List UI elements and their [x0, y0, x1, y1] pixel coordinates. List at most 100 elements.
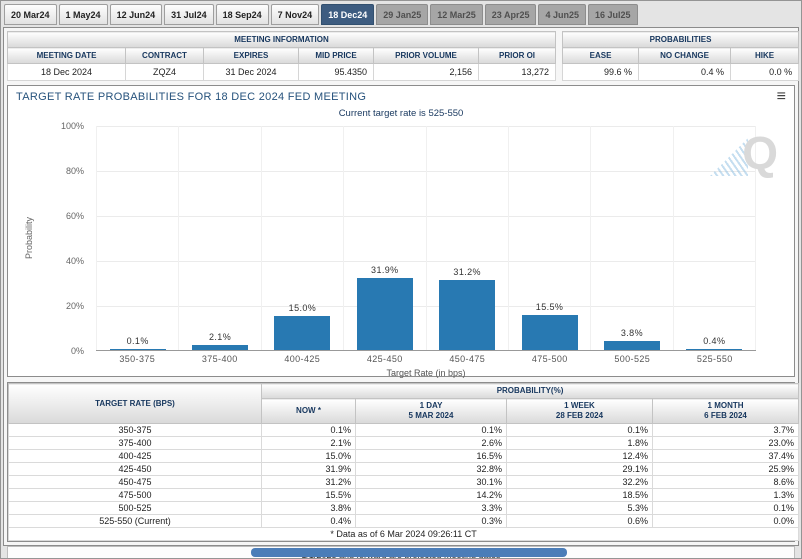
- meeting-date-tabs: 20 Mar241 May2412 Jun2431 Jul2418 Sep247…: [4, 4, 638, 25]
- bar-column-425-450: 31.9%: [343, 126, 425, 350]
- bar-column-375-400: 2.1%: [178, 126, 260, 350]
- prob-cell: 5.3%: [507, 502, 653, 515]
- meeting-tab-12-jun24[interactable]: 12 Jun24: [110, 4, 163, 25]
- y-tick-label: 0%: [71, 346, 84, 356]
- prob-cell: 0.0%: [653, 515, 799, 528]
- meeting-tab-31-jul24[interactable]: 31 Jul24: [164, 4, 214, 25]
- probability-bar-350-375: [110, 349, 166, 350]
- target-rate-bps-header: TARGET RATE (BPS): [9, 384, 262, 424]
- prob-cell: 25.9%: [653, 463, 799, 476]
- prob-now-cell: 2.1%: [262, 437, 356, 450]
- prob-now-cell: 15.0%: [262, 450, 356, 463]
- mi-col-expires: EXPIRES: [204, 48, 299, 64]
- x-tick-label: 450-475: [426, 354, 509, 364]
- meeting-tab-29-jan25[interactable]: 29 Jan25: [376, 4, 428, 25]
- chart-panel: TARGET RATE PROBABILITIES FOR 18 DEC 202…: [7, 85, 795, 377]
- prob-cell: 23.0%: [653, 437, 799, 450]
- mi-val-meeting-date: 18 Dec 2024: [8, 64, 126, 81]
- target-range-cell: 375-400: [9, 437, 262, 450]
- bar-column-400-425: 15.0%: [261, 126, 343, 350]
- data-asof-footnote: * Data as of 6 Mar 2024 09:26:11 CT: [9, 528, 799, 541]
- mi-col-contract: CONTRACT: [126, 48, 204, 64]
- current-target-rate-label: Current target rate is 525-550: [8, 108, 794, 119]
- meeting-tab-16-jul25[interactable]: 16 Jul25: [588, 4, 638, 25]
- prob-col-no-change: NO CHANGE: [639, 48, 731, 64]
- bar-column-350-375: 0.1%: [96, 126, 178, 350]
- mi-col-prior-volume: PRIOR VOLUME: [374, 48, 479, 64]
- prob-cell: 0.1%: [356, 424, 507, 437]
- meeting-tab-7-nov24[interactable]: 7 Nov24: [271, 4, 320, 25]
- meeting-tab-18-sep24[interactable]: 18 Sep24: [216, 4, 269, 25]
- probability-bar-475-500: [522, 315, 578, 350]
- prob-cell: 32.8%: [356, 463, 507, 476]
- prob-cell: 14.2%: [356, 489, 507, 502]
- probability-history-table: TARGET RATE (BPS) PROBABILITY(%) NOW *1 …: [8, 383, 799, 541]
- hamburger-menu-icon[interactable]: ≡: [777, 89, 786, 105]
- y-tick-label: 40%: [66, 256, 84, 266]
- bar-value-label: 31.9%: [344, 265, 425, 275]
- meeting-tab-20-mar24[interactable]: 20 Mar24: [4, 4, 57, 25]
- x-tick-label: 375-400: [179, 354, 262, 364]
- y-tick-label: 100%: [61, 121, 84, 131]
- target-range-cell: 350-375: [9, 424, 262, 437]
- probability-bar-525-550: [686, 349, 742, 350]
- prob-cell: 2.6%: [356, 437, 507, 450]
- bar-chart-plot: 0.1%2.1%15.0%31.9%31.2%15.5%3.8%0.4%: [96, 126, 756, 351]
- col-header-line1: NOW *: [264, 406, 353, 416]
- rate-row-400-425: 400-42515.0%16.5%12.4%37.4%: [9, 450, 799, 463]
- prob-now-cell: 0.1%: [262, 424, 356, 437]
- probability-bar-375-400: [192, 345, 248, 350]
- x-tick-label: 425-450: [344, 354, 427, 364]
- x-tick-label: 475-500: [509, 354, 592, 364]
- y-tick-label: 80%: [66, 166, 84, 176]
- bar-value-label: 3.8%: [591, 328, 672, 338]
- meeting-tab-12-mar25[interactable]: 12 Mar25: [430, 4, 483, 25]
- x-tick-label: 400-425: [261, 354, 344, 364]
- plot-area-wrap: 0.1%2.1%15.0%31.9%31.2%15.5%3.8%0.4% 350…: [96, 126, 756, 378]
- quikstrike-watermark: Q: [722, 130, 778, 186]
- col-header-1-week: 1 WEEK28 FEB 2024: [507, 399, 653, 424]
- bar-value-label: 31.2%: [427, 267, 508, 277]
- prob-cell: 0.1%: [653, 502, 799, 515]
- bar-value-label: 15.0%: [262, 303, 343, 313]
- prob-cell: 32.2%: [507, 476, 653, 489]
- bar-value-label: 2.1%: [179, 332, 260, 342]
- meeting-tab-23-apr25[interactable]: 23 Apr25: [485, 4, 537, 25]
- prob-cell: 37.4%: [653, 450, 799, 463]
- target-range-cell: 475-500: [9, 489, 262, 502]
- mi-col-mid-price: MID PRICE: [299, 48, 374, 64]
- y-axis-ticks: 100%80%60%40%20%0%: [48, 126, 92, 351]
- probabilities-summary-table: PROBABILITIES EASENO CHANGEHIKE 99.6 %0.…: [562, 31, 799, 81]
- probability-group-header: PROBABILITY(%): [262, 384, 799, 399]
- prob-cell: 12.4%: [507, 450, 653, 463]
- rate-row-525-550-current: 525-550 (Current)0.4%0.3%0.6%0.0%: [9, 515, 799, 528]
- bottom-blue-bar: [251, 548, 567, 557]
- rate-row-475-500: 475-50015.5%14.2%18.5%1.3%: [9, 489, 799, 502]
- prob-cell: 0.3%: [356, 515, 507, 528]
- fedwatch-page: 20 Mar241 May2412 Jun2431 Jul2418 Sep247…: [0, 0, 802, 559]
- probabilities-title: PROBABILITIES: [563, 32, 799, 48]
- target-range-cell: 400-425: [9, 450, 262, 463]
- col-header-1-day: 1 DAY5 MAR 2024: [356, 399, 507, 424]
- rate-row-425-450: 425-45031.9%32.8%29.1%25.9%: [9, 463, 799, 476]
- target-range-cell: 500-525: [9, 502, 262, 515]
- prob-cell: 16.5%: [356, 450, 507, 463]
- info-row: MEETING INFORMATION MEETING DATECONTRACT…: [7, 31, 795, 81]
- mi-val-expires: 31 Dec 2024: [204, 64, 299, 81]
- y-tick-label: 20%: [66, 301, 84, 311]
- target-range-cell: 450-475: [9, 476, 262, 489]
- prob-cell: 29.1%: [507, 463, 653, 476]
- meeting-tab-4-jun25[interactable]: 4 Jun25: [538, 4, 586, 25]
- bar-column-450-475: 31.2%: [426, 126, 508, 350]
- probability-bar-500-525: [604, 341, 660, 350]
- prob-col-hike: HIKE: [731, 48, 799, 64]
- meeting-tab-1-may24[interactable]: 1 May24: [59, 4, 108, 25]
- meeting-tab-18-dec24[interactable]: 18 Dec24: [321, 4, 374, 25]
- prob-cell: 0.6%: [507, 515, 653, 528]
- prob-now-cell: 31.2%: [262, 476, 356, 489]
- prob-val-hike: 0.0 %: [731, 64, 799, 81]
- y-axis-title: Probability: [24, 126, 34, 351]
- bar-value-label: 0.1%: [97, 336, 178, 346]
- x-axis-title: Target Rate (in bps): [96, 368, 756, 378]
- prob-cell: 18.5%: [507, 489, 653, 502]
